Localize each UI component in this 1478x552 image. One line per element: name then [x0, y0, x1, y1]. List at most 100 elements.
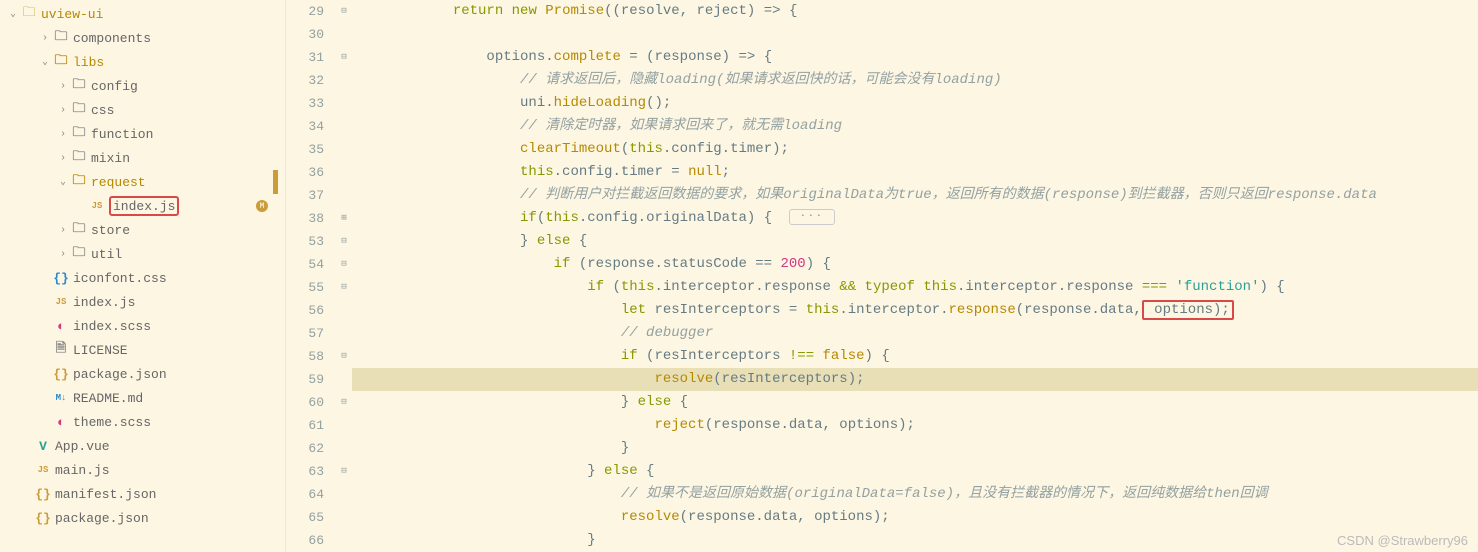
- code-line[interactable]: // debugger: [352, 322, 1478, 345]
- code-line[interactable]: this.config.timer = null;: [352, 161, 1478, 184]
- tree-item-label: theme.scss: [73, 415, 278, 430]
- chevron-right-icon: ›: [38, 33, 52, 44]
- tree-item-config[interactable]: ›🗀config: [0, 74, 278, 98]
- code-line[interactable]: if (resInterceptors !== false) {: [352, 345, 1478, 368]
- chevron-down-icon: ⌄: [56, 176, 70, 188]
- md-icon: M↓: [52, 393, 70, 403]
- code-line[interactable]: if(this.config.originalData) { ···: [352, 207, 1478, 230]
- json-icon: {}: [34, 487, 52, 502]
- folder-icon: 🗀: [70, 75, 88, 97]
- tree-item-label: index.scss: [73, 319, 278, 334]
- code-line[interactable]: uni.hideLoading();: [352, 92, 1478, 115]
- code-line[interactable]: if (this.interceptor.response && typeof …: [352, 276, 1478, 299]
- tree-item-libs[interactable]: ⌄🗀libs: [0, 50, 278, 74]
- fold-none: [336, 299, 352, 322]
- fold-collapse-icon[interactable]: ⊟: [336, 345, 352, 368]
- tree-item-label: mixin: [91, 151, 278, 166]
- fold-collapse-icon[interactable]: ⊟: [336, 276, 352, 299]
- fold-none: [336, 322, 352, 345]
- tree-item-index-js[interactable]: JSindex.js: [0, 290, 278, 314]
- sidebar-resizer[interactable]: [278, 0, 286, 552]
- code-line[interactable]: }: [352, 437, 1478, 460]
- code-line[interactable]: clearTimeout(this.config.timer);: [352, 138, 1478, 161]
- json-icon: {}: [34, 511, 52, 526]
- code-content[interactable]: return new Promise((resolve, reject) => …: [352, 0, 1478, 552]
- tree-item-label: README.md: [73, 391, 278, 406]
- code-line[interactable]: } else {: [352, 230, 1478, 253]
- code-line[interactable]: options.complete = (response) => {: [352, 46, 1478, 69]
- tree-item-README-md[interactable]: M↓README.md: [0, 386, 278, 410]
- code-line[interactable]: resolve(resInterceptors);: [352, 368, 1478, 391]
- js-icon: JS: [34, 465, 52, 475]
- tree-item-label: iconfont.css: [73, 271, 278, 286]
- fold-expand-icon[interactable]: ⊞: [336, 207, 352, 230]
- code-line[interactable]: }: [352, 529, 1478, 552]
- code-line[interactable]: // 判断用户对拦截返回数据的要求，如果originalData为true，返回…: [352, 184, 1478, 207]
- fold-collapse-icon[interactable]: ⊟: [336, 391, 352, 414]
- tree-item-index-scss[interactable]: ◐index.scss: [0, 314, 278, 338]
- tree-item-package-json[interactable]: {}package.json: [0, 506, 278, 530]
- tree-item-LICENSE[interactable]: 🗎LICENSE: [0, 338, 278, 362]
- tree-item-components[interactable]: ›🗀components: [0, 26, 278, 50]
- fold-collapse-icon[interactable]: ⊟: [336, 253, 352, 276]
- code-line[interactable]: return new Promise((resolve, reject) => …: [352, 0, 1478, 23]
- tree-item-label: store: [91, 223, 278, 238]
- fold-collapse-icon[interactable]: ⊟: [336, 460, 352, 483]
- tree-item-index-js[interactable]: JSindex.jsM: [0, 194, 278, 218]
- folder-icon: 🗀: [70, 123, 88, 145]
- chevron-right-icon: ›: [56, 153, 70, 164]
- tree-item-label: config: [91, 79, 278, 94]
- fold-none: [336, 483, 352, 506]
- code-line[interactable]: } else {: [352, 391, 1478, 414]
- code-line[interactable]: let resInterceptors = this.interceptor.r…: [352, 299, 1478, 322]
- tree-item-mixin[interactable]: ›🗀mixin: [0, 146, 278, 170]
- fold-none: [336, 368, 352, 391]
- fold-collapse-icon[interactable]: ⊟: [336, 46, 352, 69]
- tree-item-main-js[interactable]: JSmain.js: [0, 458, 278, 482]
- code-line[interactable]: [352, 23, 1478, 46]
- chevron-right-icon: ›: [56, 81, 70, 92]
- css-icon: {}: [52, 271, 70, 286]
- tree-item-function[interactable]: ›🗀function: [0, 122, 278, 146]
- tree-item-label: manifest.json: [55, 487, 278, 502]
- code-line[interactable]: // 如果不是返回原始数据(originalData=false)，且没有拦截器…: [352, 483, 1478, 506]
- code-line[interactable]: // 请求返回后，隐藏loading(如果请求返回快的话，可能会没有loadin…: [352, 69, 1478, 92]
- folder-icon: 🗀: [70, 99, 88, 121]
- tree-item-label: components: [73, 31, 278, 46]
- tree-item-css[interactable]: ›🗀css: [0, 98, 278, 122]
- tree-item-label: index.js: [109, 196, 256, 216]
- fold-none: [336, 161, 352, 184]
- tree-item-label: index.js: [73, 295, 278, 310]
- code-line[interactable]: reject(response.data, options);: [352, 414, 1478, 437]
- tree-root[interactable]: ⌄ 🗀 uview-ui: [0, 2, 278, 26]
- json-icon: {}: [52, 367, 70, 382]
- fold-collapse-icon[interactable]: ⊟: [336, 230, 352, 253]
- chevron-right-icon: ›: [56, 129, 70, 140]
- code-editor[interactable]: 2930313233343536373853545556575859606162…: [286, 0, 1478, 552]
- tree-item-label: main.js: [55, 463, 278, 478]
- fold-column[interactable]: ⊟⊟⊞⊟⊟⊟⊟⊟⊟: [336, 0, 352, 552]
- tree-item-manifest-json[interactable]: {}manifest.json: [0, 482, 278, 506]
- scss-icon: ◐: [52, 415, 70, 430]
- tree-item-label: function: [91, 127, 278, 142]
- code-line[interactable]: } else {: [352, 460, 1478, 483]
- fold-none: [336, 414, 352, 437]
- folder-open-icon: 🗀: [70, 171, 88, 193]
- fold-none: [336, 138, 352, 161]
- tree-item-util[interactable]: ›🗀util: [0, 242, 278, 266]
- tree-item-label: css: [91, 103, 278, 118]
- tree-item-store[interactable]: ›🗀store: [0, 218, 278, 242]
- tree-item-App-vue[interactable]: VApp.vue: [0, 434, 278, 458]
- file-explorer[interactable]: ⌄ 🗀 uview-ui ›🗀components⌄🗀libs›🗀config›…: [0, 0, 278, 552]
- folder-icon: 🗀: [70, 219, 88, 241]
- tree-item-label: App.vue: [55, 439, 278, 454]
- fold-collapse-icon[interactable]: ⊟: [336, 0, 352, 23]
- code-line[interactable]: // 清除定时器，如果请求回来了，就无需loading: [352, 115, 1478, 138]
- tree-item-request[interactable]: ⌄🗀request: [0, 170, 278, 194]
- code-line[interactable]: if (response.statusCode == 200) {: [352, 253, 1478, 276]
- tree-item-package-json[interactable]: {}package.json: [0, 362, 278, 386]
- tree-item-iconfont-css[interactable]: {}iconfont.css: [0, 266, 278, 290]
- code-line[interactable]: resolve(response.data, options);: [352, 506, 1478, 529]
- folder-icon: 🗀: [70, 243, 88, 265]
- tree-item-theme-scss[interactable]: ◐theme.scss: [0, 410, 278, 434]
